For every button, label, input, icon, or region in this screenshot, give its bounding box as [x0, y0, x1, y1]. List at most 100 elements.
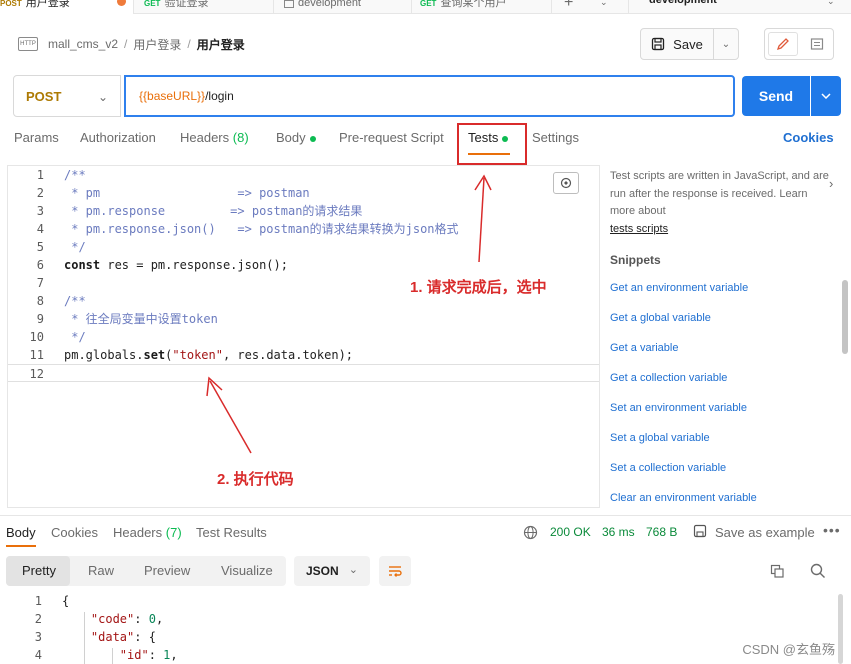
response-tab-test-results[interactable]: Test Results [196, 525, 267, 540]
globe-icon[interactable] [523, 525, 538, 540]
json-token: "code" [90, 612, 135, 626]
code-token: , res.data.token); [222, 348, 354, 362]
code-text: const res = pm.response.json(); [64, 256, 288, 274]
tab-verify-login[interactable]: GET 验证登录 [134, 0, 274, 14]
tabs-chevron-down-icon[interactable]: ⌄ [600, 0, 608, 8]
json-token: : [134, 612, 149, 626]
code-line: 1 /** [8, 166, 599, 184]
tab-authorization[interactable]: Authorization [80, 130, 156, 145]
url-path: /login [205, 89, 234, 103]
format-pretty[interactable]: Pretty [22, 563, 56, 578]
code-line: 10 */ [8, 328, 599, 346]
new-tab-plus-icon[interactable]: + [564, 0, 573, 12]
tab-prerequest-script[interactable]: Pre-request Script [339, 130, 444, 145]
code-token: const [64, 258, 101, 272]
breadcrumb-request-name[interactable]: 用户登录 [197, 36, 245, 53]
more-options-icon[interactable]: ••• [823, 522, 841, 538]
code-text: * pm.response.json() => postman的请求结果转换为j… [64, 222, 459, 236]
tests-tab-highlight-box [457, 123, 527, 165]
tab-body[interactable]: Body [276, 130, 316, 145]
line-number: 9 [36, 312, 44, 326]
line-number: 12 [29, 367, 44, 381]
send-button[interactable]: Send [742, 76, 810, 116]
code-text: */ [64, 330, 86, 344]
collapse-panel-chevron-right-icon[interactable]: › [829, 176, 833, 191]
response-tab-body[interactable]: Body [6, 525, 36, 540]
format-visualize[interactable]: Visualize [221, 563, 273, 578]
snippet-item[interactable]: Get a global variable [610, 312, 711, 324]
json-token: , [155, 612, 164, 626]
snippet-item[interactable]: Set an environment variable [610, 402, 747, 414]
search-icon[interactable] [810, 563, 826, 579]
breadcrumb-collection[interactable]: mall_cms_v2 [48, 37, 118, 51]
code-line: 3 * pm.response => postman的请求结果 [8, 202, 599, 220]
format-preview[interactable]: Preview [144, 563, 190, 578]
tab-query-user[interactable]: GET 查询某个用户 [412, 0, 552, 14]
response-status[interactable]: 200 OK [550, 525, 591, 539]
tab-label: 用户登录 [25, 0, 70, 9]
tab-development-env[interactable]: development [274, 0, 412, 14]
method-select[interactable]: POST ⌄ [13, 75, 121, 117]
indent-guide [84, 612, 85, 664]
snippet-item[interactable]: Set a collection variable [610, 462, 726, 474]
watermark: CSDN @玄鱼殇 [742, 642, 835, 657]
tab-settings[interactable]: Settings [532, 130, 579, 145]
response-tab-headers[interactable]: Headers (7) [113, 525, 182, 540]
snippet-item[interactable]: Clear an environment variable [610, 492, 757, 504]
snippet-item[interactable]: Set a global variable [610, 432, 710, 444]
code-token: res = pm.response.json(); [100, 258, 288, 272]
send-label: Send [758, 88, 794, 104]
tab-headers[interactable]: Headers (8) [180, 130, 249, 145]
url-input[interactable]: {{baseURL}}/login [124, 75, 735, 117]
snippet-item[interactable]: Get a variable [610, 342, 678, 354]
tab-method: GET [144, 0, 161, 8]
response-body-viewer[interactable]: 1{ 2 "code": 0, 3 "data": { 4 "id": 1, [0, 592, 851, 664]
tab-method: POST [0, 0, 22, 8]
chevron-down-icon: ⌄ [348, 564, 358, 576]
code-text: pm.globals.set("token", res.data.token); [64, 346, 353, 364]
line-number: 6 [36, 258, 44, 272]
response-size[interactable]: 768 B [646, 525, 677, 539]
breadcrumb-folder[interactable]: 用户登录 [133, 36, 181, 53]
copy-icon[interactable] [770, 564, 785, 579]
docs-mode-button[interactable] [803, 32, 831, 56]
method-chevron-down-icon: ⌄ [97, 90, 108, 104]
tab-user-login[interactable]: POST 用户登录 [0, 0, 134, 14]
save-button[interactable]: Save [640, 28, 714, 60]
wrap-lines-button[interactable] [379, 556, 411, 586]
cookies-link[interactable]: Cookies [783, 130, 834, 145]
code-line: 6 const res = pm.response.json(); [8, 256, 599, 274]
snippet-item[interactable]: Get an environment variable [610, 282, 748, 294]
response-time[interactable]: 36 ms [602, 525, 635, 539]
language-select[interactable]: JSON ⌄ [294, 556, 370, 586]
edit-mode-button[interactable] [768, 32, 798, 56]
send-options-button[interactable] [811, 76, 841, 116]
format-raw[interactable]: Raw [88, 563, 114, 578]
json-token: : [148, 648, 164, 662]
json-token: "data" [90, 630, 135, 644]
snippet-item[interactable]: Get a collection variable [610, 372, 727, 384]
snippets-title: Snippets [610, 253, 661, 267]
code-line: 2 * pm => postman [8, 184, 599, 202]
environment-name: development [649, 0, 717, 6]
response-headers-label: Headers [113, 525, 163, 540]
response-tab-cookies[interactable]: Cookies [51, 525, 98, 540]
document-icon [810, 38, 824, 50]
save-as-example-button[interactable]: Save as example [715, 525, 815, 540]
response-line: 1{ [0, 592, 851, 610]
snippets-scrollbar[interactable] [842, 280, 848, 354]
response-scrollbar[interactable] [838, 594, 843, 664]
json-token: : 1, [149, 648, 178, 662]
headers-count: (8) [232, 130, 249, 145]
tests-script-editor[interactable]: 1 /** 2 * pm => postman 3 * pm.response =… [7, 165, 600, 508]
help-intro: Test scripts are written in JavaScript, … [610, 170, 829, 217]
environment-selector[interactable]: development ⌄ [628, 0, 851, 14]
save-options-button[interactable]: ⌄ [713, 28, 739, 60]
tests-scripts-link[interactable]: tests scripts [610, 223, 668, 235]
tab-params[interactable]: Params [14, 130, 59, 145]
line-number: 2 [36, 186, 44, 200]
code-token: set [143, 348, 166, 362]
method-value: POST [26, 88, 62, 104]
json-token: , [170, 648, 178, 662]
snippets-toggle-button[interactable] [553, 172, 579, 194]
